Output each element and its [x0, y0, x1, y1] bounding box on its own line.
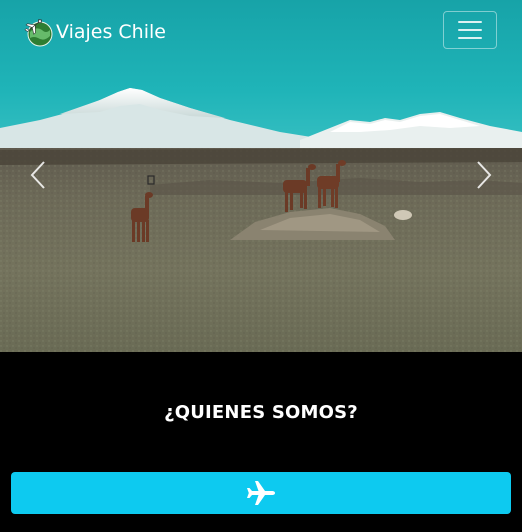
- brand-link[interactable]: Viajes Chile: [22, 15, 166, 49]
- carousel-prev-button[interactable]: [18, 150, 58, 200]
- chevron-right-icon: [477, 161, 492, 189]
- hero-carousel: Viajes Chile: [0, 0, 522, 352]
- about-section: ¿QUIENES SOMOS?: [0, 352, 522, 532]
- chevron-left-icon: [30, 161, 45, 189]
- navbar: Viajes Chile: [0, 0, 522, 62]
- hamburger-menu-icon-bar: [458, 29, 482, 31]
- navbar-toggler-button[interactable]: [443, 11, 497, 49]
- globe-plane-icon: [24, 19, 53, 47]
- airplane-icon: [247, 481, 275, 505]
- hamburger-menu-icon-bar: [458, 37, 482, 39]
- carousel-next-button[interactable]: [464, 150, 504, 200]
- about-title: ¿QUIENES SOMOS?: [164, 402, 358, 423]
- hamburger-menu-icon: [458, 21, 482, 23]
- airplane-button[interactable]: [11, 472, 511, 514]
- brand-name: Viajes Chile: [56, 20, 166, 43]
- page: Viajes Chile ¿QUIENES SOMOS?: [0, 0, 522, 532]
